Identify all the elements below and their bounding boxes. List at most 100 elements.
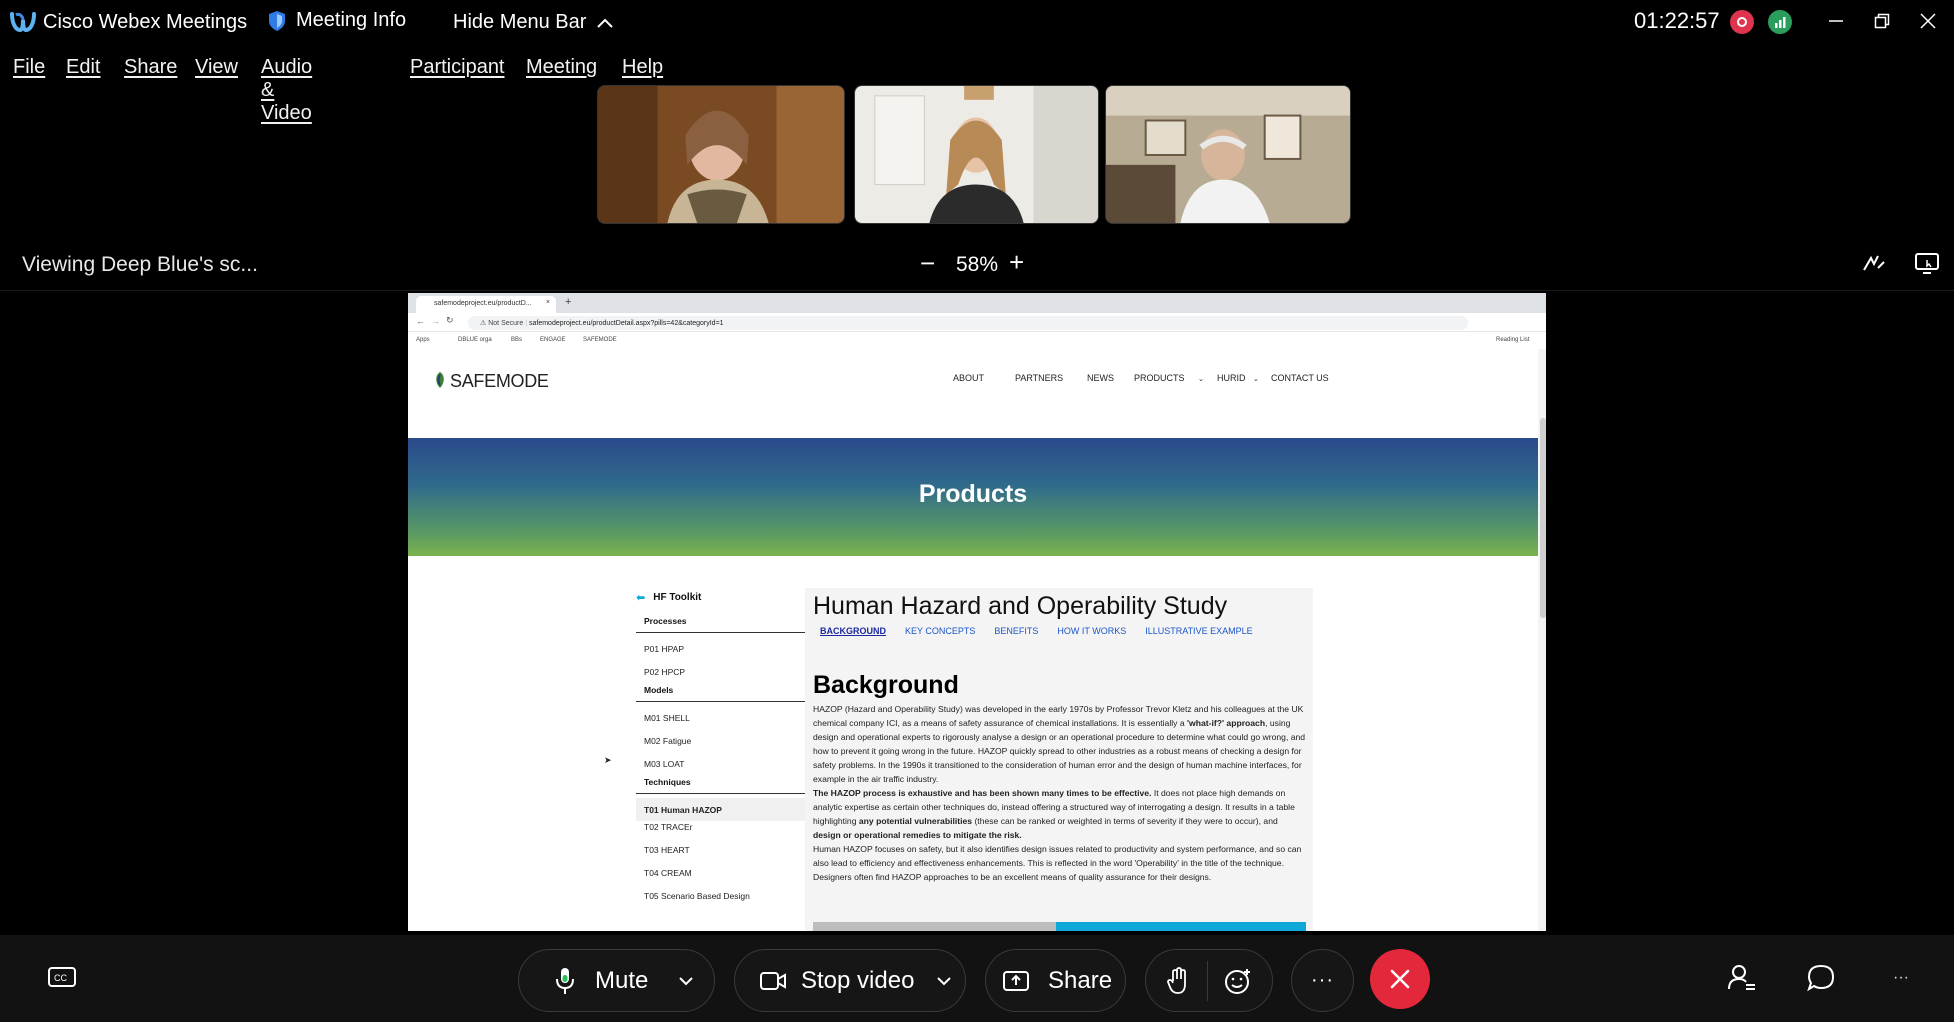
section-processes: Processes [636,612,816,633]
list-item-active[interactable]: T01 Human HAZOP [636,798,816,821]
menu-share[interactable]: Share [124,56,177,79]
menu-edit[interactable]: Edit [66,56,100,79]
tab-benefits[interactable]: BENEFITS [994,626,1038,636]
list-item[interactable]: M02 Fatigue [636,735,816,758]
recording-icon[interactable] [1730,10,1754,34]
tab-background[interactable]: BACKGROUND [820,626,886,636]
participant-video-1[interactable] [597,85,845,224]
list-item[interactable]: M01 SHELL [636,712,816,735]
arrow-left-icon: ⬅ [636,592,646,604]
network-health-icon[interactable] [1768,10,1792,34]
list-item[interactable]: M03 LOAT [636,758,816,773]
nav-news[interactable]: NEWS [1087,373,1114,383]
reactions-group [1145,949,1273,1012]
share-label: Share [1048,966,1113,994]
bookmark-item[interactable]: BBs [511,337,522,343]
stop-video-button[interactable]: Stop video [734,949,966,1012]
nav-contact[interactable]: CONTACT US [1271,373,1329,383]
microphone-icon [556,967,574,994]
security-warning-icon: ⚠ [480,320,489,327]
list-item[interactable]: T03 HEART [636,844,816,867]
chevron-down-icon[interactable] [936,976,952,986]
chevron-down-icon: ⌄ [1198,376,1204,383]
share-button[interactable]: Share [985,949,1126,1012]
content-tabs: BACKGROUND KEY CONCEPTS BENEFITS HOW IT … [820,626,1272,636]
bookmark-item[interactable]: Apps [416,337,430,343]
captions-button[interactable]: CC [44,960,80,996]
text-run-bold: 'what-if?' approach [1187,718,1266,728]
meeting-info-button[interactable]: Meeting Info [268,9,406,32]
bookmark-item[interactable]: ENGAGE [540,337,566,343]
bookmark-item[interactable]: SAFEMODE [583,337,617,343]
menu-view[interactable]: View [195,56,238,79]
section-techniques: Techniques [636,773,816,794]
mute-button[interactable]: Mute [518,949,715,1012]
nav-products[interactable]: PRODUCTS [1134,373,1185,383]
section-models: Models [636,681,816,702]
minimize-button[interactable] [1818,6,1854,36]
participant-2-image [855,86,1098,223]
participants-button[interactable] [1724,960,1760,996]
tab-close-icon[interactable]: × [546,299,550,306]
participant-video-2[interactable] [854,85,1099,224]
group-divider [1207,960,1208,1001]
tab-illustrative-example[interactable]: ILLUSTRATIVE EXAMPLE [1145,626,1252,636]
table-header-blue [1056,922,1306,931]
raise-hand-icon[interactable] [1166,966,1190,995]
site-nav: SAFEMODE ABOUT PARTNERS NEWS PRODUCTS ⌄ … [408,349,1546,429]
signal-bars-icon [1775,17,1786,28]
list-item[interactable]: P01 HPAP [636,643,816,666]
emoji-reaction-icon[interactable] [1224,967,1252,995]
paragraph: Human HAZOP focuses on safety, but it al… [813,844,1302,882]
list-item[interactable]: T04 CREAM [636,867,816,890]
menu-help[interactable]: Help [622,56,663,79]
zoom-in-button[interactable]: + [1009,247,1024,278]
content-panel: Human Hazard and Operability Study BACKG… [805,588,1313,931]
menu-audio-video[interactable]: Audio & Video [261,56,312,125]
remote-control-icon[interactable] [1914,250,1940,276]
tab-how-it-works[interactable]: HOW IT WORKS [1057,626,1126,636]
url-prefix: Not Secure [488,320,524,327]
list-item[interactable]: T05 Scenario Based Design [636,890,816,913]
bookmark-item[interactable]: DBLUE orga [458,337,492,343]
menu-file[interactable]: File [13,56,45,79]
more-panels-button[interactable]: ··· [1883,960,1919,996]
reading-list-item[interactable]: Reading List [1496,337,1529,343]
stop-video-label: Stop video [801,966,915,994]
nav-hurid[interactable]: HURID [1217,373,1246,383]
site-logo-text[interactable]: SAFEMODE [450,371,549,392]
text-run-bold: any potential vulnerabilities [858,816,973,826]
reload-icon[interactable]: ↻ [446,315,454,326]
chevron-down-icon[interactable] [678,976,694,986]
forward-icon[interactable]: → [431,316,440,326]
new-tab-icon[interactable]: + [565,296,571,308]
url-field[interactable]: ⚠ Not Secure | safemodeproject.eu/produc… [468,316,1468,330]
close-window-button[interactable] [1910,6,1946,36]
zoom-out-button[interactable]: − [920,248,935,279]
participant-video-3[interactable] [1105,85,1351,224]
safemode-logo-icon [436,372,444,388]
page-scrollbar[interactable] [1540,418,1546,618]
shared-screen[interactable]: safemodeproject.eu/productD... × + ← → ↻… [408,293,1546,931]
menu-meeting[interactable]: Meeting [526,56,597,79]
end-call-button[interactable] [1370,949,1430,1009]
hide-menu-bar-button[interactable]: Hide Menu Bar [453,11,614,34]
section-heading: Background [813,671,959,699]
closed-captions-icon: CC [48,967,76,987]
list-item[interactable]: P02 HPCP [636,666,816,681]
chat-button[interactable] [1803,960,1839,996]
browser-tab[interactable]: safemodeproject.eu/productD... × [416,296,556,313]
back-icon[interactable]: ← [416,316,425,326]
annotate-icon[interactable] [1861,250,1887,276]
divider [0,290,1954,291]
content-body: HAZOP (Hazard and Operability Study) was… [813,702,1306,884]
tab-key-concepts[interactable]: KEY CONCEPTS [905,626,975,636]
text-run-bold: design or operational remedies to mitiga… [813,830,1022,840]
nav-about[interactable]: ABOUT [953,373,984,383]
restore-button[interactable] [1864,6,1900,36]
toolkit-back-link[interactable]: ⬅ HF Toolkit [636,591,816,604]
nav-partners[interactable]: PARTNERS [1015,373,1063,383]
more-options-button[interactable]: ··· [1291,949,1354,1012]
menu-participant[interactable]: Participant [410,56,505,79]
list-item[interactable]: T02 TRACEr [636,821,816,844]
